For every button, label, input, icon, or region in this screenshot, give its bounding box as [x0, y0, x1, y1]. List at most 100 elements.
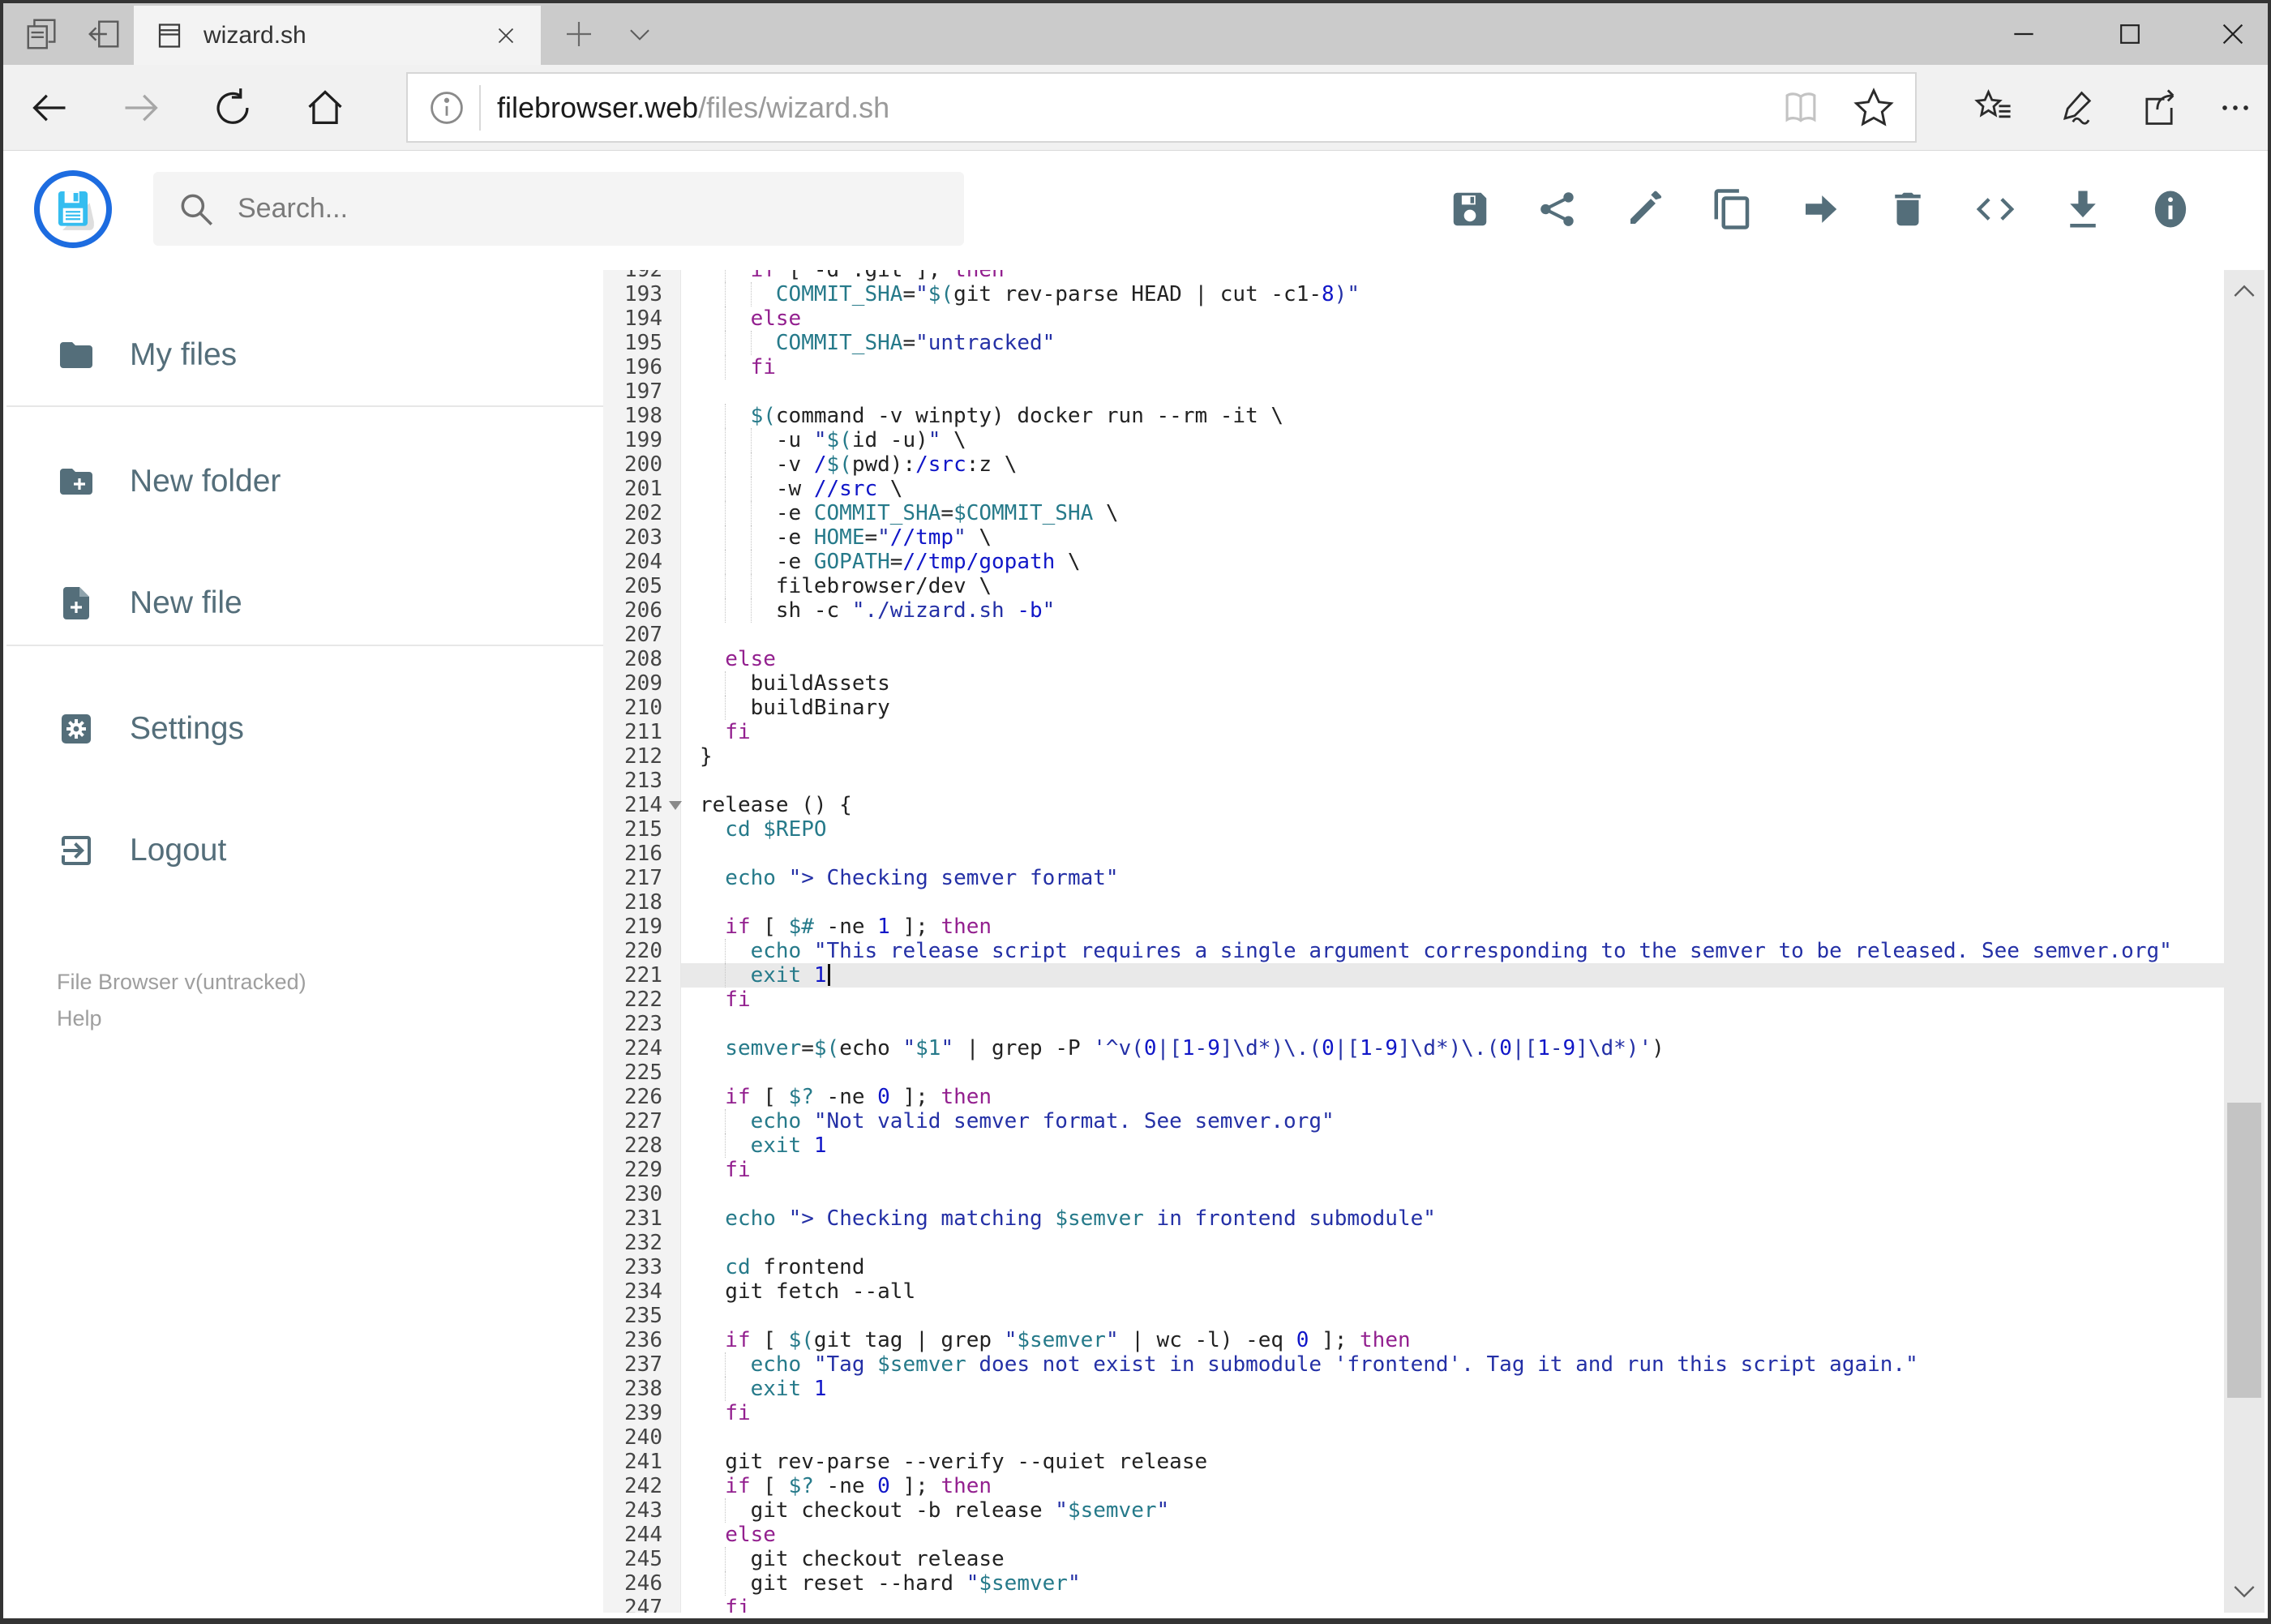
- search-input[interactable]: [238, 193, 886, 225]
- code-line[interactable]: 197: [603, 379, 2224, 404]
- code-line[interactable]: 214 release () {: [603, 793, 2224, 817]
- code-line[interactable]: 236 if [ $(git tag | grep "$semver" | wc …: [603, 1328, 2224, 1352]
- help-link[interactable]: Help: [57, 1006, 102, 1031]
- sidebar-item-my-files[interactable]: My files: [6, 323, 603, 388]
- sidebar-item-new-file[interactable]: New file: [6, 571, 603, 636]
- browser-tab[interactable]: wizard.sh: [134, 6, 541, 65]
- code-line[interactable]: 196 fi: [603, 355, 2224, 379]
- web-note-icon[interactable]: [2040, 65, 2113, 150]
- code-line[interactable]: 234 git fetch --all: [603, 1279, 2224, 1304]
- code-line[interactable]: 221 exit 1: [603, 963, 2224, 988]
- code-line[interactable]: 206 sh -c "./wizard.sh -b": [603, 598, 2224, 623]
- code-line[interactable]: 215 cd $REPO: [603, 817, 2224, 842]
- forward-button[interactable]: [105, 65, 178, 150]
- code-line[interactable]: 229 fi: [603, 1158, 2224, 1182]
- code-line[interactable]: 217 echo "> Checking semver format": [603, 866, 2224, 890]
- code-line[interactable]: 220 echo "This release script requires a …: [603, 939, 2224, 963]
- code-line[interactable]: 209 buildAssets: [603, 671, 2224, 696]
- reading-view-icon[interactable]: [1779, 86, 1823, 130]
- code-line[interactable]: 204 -e GOPATH=//tmp/gopath \: [603, 550, 2224, 574]
- close-button[interactable]: [2205, 3, 2261, 65]
- address-bar[interactable]: filebrowser.web/files/wizard.sh: [406, 72, 1917, 143]
- code-line[interactable]: 233 cd frontend: [603, 1255, 2224, 1279]
- code-line[interactable]: 225: [603, 1061, 2224, 1085]
- code-line[interactable]: 237 echo "Tag $semver does not exist in s…: [603, 1352, 2224, 1377]
- code-line[interactable]: 238 exit 1: [603, 1377, 2224, 1401]
- code-line[interactable]: 202 -e COMMIT_SHA=$COMMIT_SHA \: [603, 501, 2224, 525]
- set-tabs-aside-icon[interactable]: [81, 3, 126, 65]
- code-line[interactable]: 224 semver=$(echo "$1" | grep -P '^v(0|[1…: [603, 1036, 2224, 1061]
- tab-preview-chevron-icon[interactable]: [615, 3, 664, 65]
- code-line[interactable]: 232: [603, 1231, 2224, 1255]
- code-line[interactable]: 207: [603, 623, 2224, 647]
- favorite-star-icon[interactable]: [1852, 86, 1896, 130]
- new-tab-button[interactable]: [555, 3, 603, 65]
- code-line[interactable]: 201 -w //src \: [603, 477, 2224, 501]
- tabs-you-set-aside-icon[interactable]: [19, 3, 65, 65]
- code-line[interactable]: 205 filebrowser/dev \: [603, 574, 2224, 598]
- download-button[interactable]: [2060, 186, 2106, 232]
- move-button[interactable]: [1798, 186, 1843, 232]
- code-line[interactable]: 211 fi: [603, 720, 2224, 744]
- code-line[interactable]: 246 git reset --hard "$semver": [603, 1571, 2224, 1596]
- code-line[interactable]: 227 echo "Not valid semver format. See se…: [603, 1109, 2224, 1133]
- scrollbar-thumb[interactable]: [2227, 1102, 2261, 1399]
- code-line[interactable]: 247 fi: [603, 1596, 2224, 1613]
- filebrowser-logo[interactable]: [34, 170, 112, 248]
- code-line[interactable]: 213: [603, 769, 2224, 793]
- code-line[interactable]: 192 if [ -d .git ]; then: [603, 270, 2224, 282]
- code-line[interactable]: 199 -u "$(id -u)" \: [603, 428, 2224, 452]
- view-source-button[interactable]: [1973, 186, 2018, 232]
- fold-marker-icon[interactable]: [669, 801, 682, 810]
- code-line[interactable]: 240: [603, 1425, 2224, 1450]
- sidebar-item-new-folder[interactable]: New folder: [6, 449, 603, 514]
- favorites-hub-icon[interactable]: [1957, 65, 2030, 150]
- copy-button[interactable]: [1710, 186, 1755, 232]
- code-line[interactable]: 245 git checkout release: [603, 1547, 2224, 1571]
- save-button[interactable]: [1447, 186, 1493, 232]
- code-line[interactable]: 235: [603, 1304, 2224, 1328]
- code-line[interactable]: 231 echo "> Checking matching $semver in …: [603, 1206, 2224, 1231]
- back-button[interactable]: [13, 65, 86, 150]
- code-editor[interactable]: 192 if [ -d .git ]; then 193 COMMIT_SHA="$(…: [603, 270, 2224, 1613]
- refresh-icon[interactable]: [196, 65, 269, 150]
- home-button[interactable]: [289, 65, 362, 150]
- code-line[interactable]: 228 exit 1: [603, 1133, 2224, 1158]
- scroll-down-icon[interactable]: [2224, 1569, 2265, 1613]
- code-line[interactable]: 200 -v /$(pwd):/src:z \: [603, 452, 2224, 477]
- sidebar-item-settings[interactable]: Settings: [6, 696, 603, 761]
- delete-button[interactable]: [1885, 186, 1930, 232]
- code-line[interactable]: 244 else: [603, 1523, 2224, 1547]
- code-line[interactable]: 208 else: [603, 647, 2224, 671]
- code-line[interactable]: 219 if [ $# -ne 1 ]; then: [603, 915, 2224, 939]
- code-line[interactable]: 222 fi: [603, 988, 2224, 1012]
- code-line[interactable]: 242 if [ $? -ne 0 ]; then: [603, 1474, 2224, 1498]
- code-line[interactable]: 241 git rev-parse --verify --quiet releas…: [603, 1450, 2224, 1474]
- search-bar[interactable]: [153, 172, 964, 246]
- code-line[interactable]: 210 buildBinary: [603, 696, 2224, 720]
- more-options-icon[interactable]: [2199, 65, 2268, 150]
- code-line[interactable]: 195 COMMIT_SHA="untracked": [603, 331, 2224, 355]
- share-icon[interactable]: [2123, 65, 2196, 150]
- code-line[interactable]: 223: [603, 1012, 2224, 1036]
- minimize-button[interactable]: [1995, 3, 2052, 65]
- code-line[interactable]: 212}: [603, 744, 2224, 769]
- tab-close-icon[interactable]: [492, 22, 520, 49]
- code-line[interactable]: 216: [603, 842, 2224, 866]
- code-line[interactable]: 243 git checkout -b release "$semver": [603, 1498, 2224, 1523]
- vertical-scrollbar[interactable]: [2224, 270, 2265, 1613]
- edit-button[interactable]: [1622, 186, 1668, 232]
- code-line[interactable]: 198 $(command -v winpty) docker run --rm …: [603, 404, 2224, 428]
- code-line[interactable]: 226 if [ $? -ne 0 ]; then: [603, 1085, 2224, 1109]
- code-line[interactable]: 230: [603, 1182, 2224, 1206]
- site-info-icon[interactable]: [426, 87, 468, 129]
- info-button[interactable]: [2148, 186, 2193, 232]
- code-line[interactable]: 193 COMMIT_SHA="$(git rev-parse HEAD | cu…: [603, 282, 2224, 306]
- scroll-up-icon[interactable]: [2224, 270, 2265, 314]
- code-line[interactable]: 194 else: [603, 306, 2224, 331]
- code-line[interactable]: 239 fi: [603, 1401, 2224, 1425]
- sidebar-item-logout[interactable]: Logout: [6, 818, 603, 883]
- maximize-button[interactable]: [2102, 3, 2158, 65]
- share-file-button[interactable]: [1535, 186, 1580, 232]
- code-line[interactable]: 218: [603, 890, 2224, 915]
